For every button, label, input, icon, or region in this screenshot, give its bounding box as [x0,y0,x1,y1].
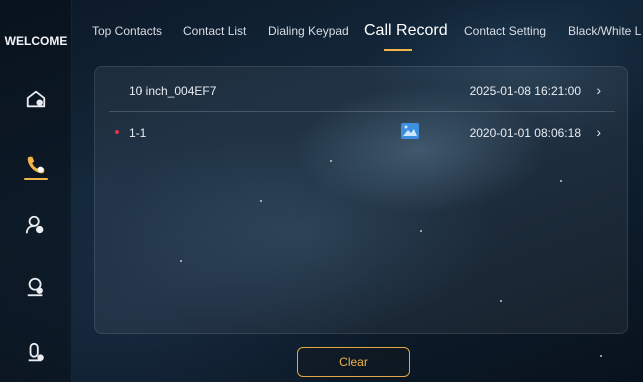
tab-black-white-list[interactable]: Black/White L [568,24,641,38]
active-indicator [24,178,48,180]
tab-dialing-keypad[interactable]: Dialing Keypad [268,24,349,38]
tab-top-contacts[interactable]: Top Contacts [92,24,162,38]
user-gear-icon [25,215,44,234]
sidebar-item-user-settings[interactable] [17,206,55,244]
call-record-panel: 10 inch_004EF7 2025-01-08 16:21:00 › 1-1… [94,66,628,334]
missed-call-dot [115,130,119,134]
active-tab-underline [384,49,412,51]
sidebar: WELCOME [0,0,72,382]
star [600,355,602,357]
call-record-row[interactable]: 10 inch_004EF7 2025-01-08 16:21:00 › [109,71,615,111]
record-name: 1-1 [129,126,147,140]
user-headset-icon [27,277,43,297]
record-time: 2025-01-08 16:21:00 [469,84,581,98]
image-icon [401,123,419,139]
call-record-row[interactable]: 1-1 2020-01-01 08:06:18 › [109,113,615,153]
intercom-icon [28,342,44,362]
welcome-label: WELCOME [4,34,68,48]
record-name: 10 inch_004EF7 [129,84,217,98]
sidebar-item-user-contact[interactable] [17,268,55,306]
top-nav: Top Contacts Contact List Dialing Keypad… [72,0,643,58]
phone-icon [27,156,45,174]
chevron-right-icon: › [596,124,601,140]
sidebar-item-intercom[interactable] [17,334,55,372]
row-divider [109,111,615,112]
tab-call-record[interactable]: Call Record [364,22,448,40]
tab-contact-list[interactable]: Contact List [183,24,246,38]
tab-contact-setting[interactable]: Contact Setting [464,24,546,38]
clear-button[interactable]: Clear [297,347,410,377]
home-icon [26,90,46,108]
chevron-right-icon: › [596,82,601,98]
record-time: 2020-01-01 08:06:18 [469,126,581,140]
sidebar-item-home[interactable] [17,80,55,118]
